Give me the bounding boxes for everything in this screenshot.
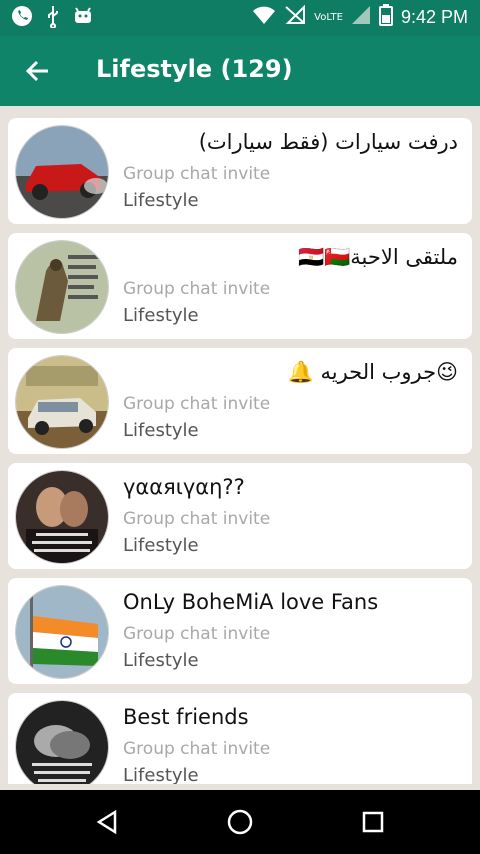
group-avatar — [15, 470, 109, 564]
group-avatar — [15, 585, 109, 679]
whatsapp-icon — [10, 4, 34, 32]
usb-icon — [44, 4, 62, 32]
group-avatar — [15, 125, 109, 219]
nav-home-button[interactable] — [222, 804, 258, 840]
toolbar: Lifestyle (129) — [0, 36, 480, 106]
group-name: үααяιүαη?? — [123, 475, 245, 499]
group-card[interactable]: OnLy BoheMiA love Fans Group chat invite… — [8, 578, 472, 684]
group-list[interactable]: درفت سيارات (فقط سيارات) Group chat invi… — [0, 106, 480, 784]
recents-square-icon — [362, 811, 384, 833]
status-time: 9:42 PM — [400, 6, 468, 27]
nav-back-button[interactable] — [90, 804, 126, 840]
group-avatar — [15, 355, 109, 449]
group-card[interactable]: үααяιүαη?? Group chat invite Lifestyle — [8, 463, 472, 569]
group-card[interactable]: درفت سيارات (فقط سيارات) Group chat invi… — [8, 118, 472, 224]
group-category: Lifestyle — [123, 420, 199, 441]
group-avatar — [15, 700, 109, 784]
home-circle-icon — [227, 809, 253, 835]
group-category: Lifestyle — [123, 190, 199, 211]
group-card[interactable]: Best friends Group chat invite Lifestyle — [8, 693, 472, 784]
group-avatar — [15, 240, 109, 334]
group-category: Lifestyle — [123, 535, 199, 556]
page-title: Lifestyle (129) — [96, 55, 293, 83]
group-subtitle: Group chat invite — [123, 739, 271, 759]
group-category: Lifestyle — [123, 765, 199, 784]
back-triangle-icon — [96, 809, 117, 835]
android-icon — [72, 5, 94, 31]
group-subtitle: Group chat invite — [123, 509, 271, 529]
group-card[interactable]: 😉جروب الحريه 🔔 Group chat invite Lifesty… — [8, 348, 472, 454]
no-signal-icon — [284, 4, 306, 29]
nav-recents-button[interactable] — [355, 804, 391, 840]
battery-icon — [378, 4, 393, 30]
signal-icon — [351, 5, 371, 29]
group-category: Lifestyle — [123, 650, 199, 671]
status-right-icons: VoLTE 9:42 PM — [252, 4, 468, 30]
group-subtitle: Group chat invite — [123, 624, 271, 644]
group-subtitle: Group chat invite — [123, 164, 271, 184]
group-name: OnLy BoheMiA love Fans — [123, 590, 379, 614]
volte-label: VoLTE — [314, 11, 343, 23]
group-name: Best friends — [123, 705, 249, 729]
group-category: Lifestyle — [123, 305, 199, 326]
group-card[interactable]: ملتقى الاحبة🇪🇬🇴🇲 Group chat invite Lifes… — [8, 233, 472, 339]
group-name: 😉جروب الحريه 🔔 — [287, 360, 458, 384]
navigation-bar — [0, 790, 480, 854]
back-button[interactable] — [22, 56, 52, 86]
status-bar: VoLTE 9:42 PM — [0, 0, 480, 36]
wifi-icon — [252, 5, 276, 29]
arrow-left-icon — [25, 60, 48, 82]
group-name: درفت سيارات (فقط سيارات) — [198, 130, 458, 154]
group-subtitle: Group chat invite — [123, 394, 271, 414]
group-subtitle: Group chat invite — [123, 279, 271, 299]
status-left-icons — [10, 4, 94, 32]
group-name: ملتقى الاحبة🇪🇬🇴🇲 — [297, 245, 458, 269]
